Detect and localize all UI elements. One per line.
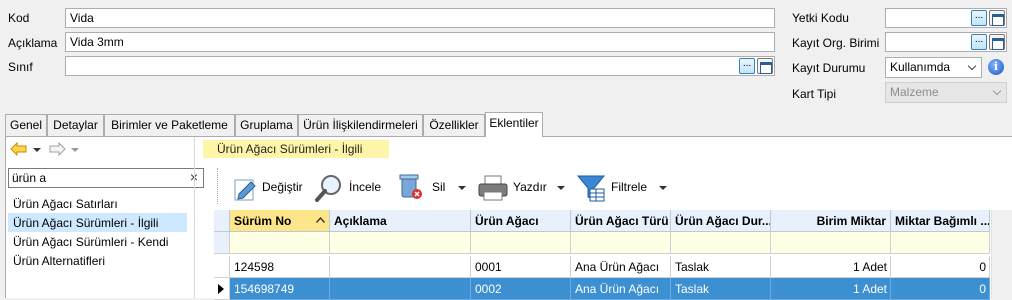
- column-header-urun-agaci-durumu[interactable]: Ürün Ağacı Dur...: [671, 210, 771, 232]
- sinif-window-icon[interactable]: [757, 58, 773, 74]
- magnifier-icon: [315, 175, 341, 202]
- kayit-org-label: Kayıt Org. Birimi: [792, 36, 880, 50]
- tab-birimler[interactable]: Birimler ve Paketleme: [104, 114, 235, 136]
- filter-cell[interactable]: [330, 232, 471, 254]
- tab-genel[interactable]: Genel: [5, 114, 47, 136]
- cell-urun-agaci-turu[interactable]: Ana Ürün Ağacı: [571, 278, 671, 300]
- sinif-field[interactable]: [65, 56, 775, 76]
- sinif-lookup-button[interactable]: ...: [739, 58, 755, 74]
- cell-birim-miktar[interactable]: 1 Adet: [771, 256, 891, 278]
- kart-tipi-select: Malzeme: [885, 82, 1007, 103]
- kayit-durumu-label: Kayıt Durumu: [792, 61, 866, 75]
- printer-icon: [478, 175, 508, 201]
- nav-item-urun-alternatifleri[interactable]: Ürün Alternatifleri: [13, 254, 105, 268]
- cell-urun-agaci-durumu[interactable]: Taslak: [671, 278, 771, 300]
- info-icon[interactable]: i: [988, 59, 1004, 75]
- column-header-birim-miktar[interactable]: Birim Miktar: [771, 210, 891, 232]
- column-header-surum-no[interactable]: Sürüm No: [230, 210, 330, 232]
- tab-gruplama[interactable]: Gruplama: [235, 114, 298, 136]
- yazdir-dropdown-icon[interactable]: [557, 186, 565, 190]
- chevron-down-icon: [992, 86, 1002, 96]
- yetki-kodu-window-icon[interactable]: [989, 10, 1005, 26]
- yazdir-button[interactable]: Yazdır: [513, 171, 547, 203]
- section-title: Ürün Ağacı Sürümleri - İlgili: [203, 140, 389, 158]
- incele-button[interactable]: İncele: [349, 171, 381, 203]
- kayit-durumu-select[interactable]: Kullanımda: [885, 57, 982, 78]
- kod-field[interactable]: Vida: [65, 8, 775, 28]
- cell-surum-no[interactable]: 154698749: [230, 278, 330, 300]
- sinif-label: Sınıf: [8, 60, 33, 74]
- chevron-down-icon: [967, 61, 977, 71]
- search-input[interactable]: ürün a ×: [8, 168, 204, 188]
- sort-ascending-icon: [316, 217, 325, 223]
- filter-cell[interactable]: [471, 232, 571, 254]
- column-header-aciklama[interactable]: Açıklama: [330, 210, 471, 232]
- column-header-miktar-bagimli[interactable]: Miktar Bağımlı ...: [891, 210, 990, 232]
- tab-eklentiler[interactable]: Eklentiler: [485, 112, 543, 137]
- filter-cell[interactable]: [891, 232, 990, 254]
- tab-ozellikler[interactable]: Özellikler: [423, 114, 485, 136]
- filter-cell[interactable]: [571, 232, 671, 254]
- cell-surum-no[interactable]: 124598: [230, 256, 330, 278]
- nav-item-surumleri-kendi[interactable]: Ürün Ağacı Sürümleri - Kendi: [13, 235, 168, 249]
- aciklama-field[interactable]: Vida 3mm: [65, 32, 775, 52]
- yetki-kodu-label: Yetki Kodu: [792, 11, 849, 25]
- kod-label: Kod: [8, 11, 30, 25]
- filtrele-button[interactable]: Filtrele: [611, 171, 647, 203]
- nav-item-surumleri-ilgili[interactable]: Ürün Ağacı Sürümleri - İlgili: [13, 216, 158, 230]
- edit-icon: [234, 179, 256, 201]
- row-indicator-header: [214, 210, 230, 232]
- back-dropdown-icon[interactable]: [33, 148, 41, 152]
- cell-urun-agaci-durumu[interactable]: Taslak: [671, 256, 771, 278]
- row-indicator: [214, 278, 230, 300]
- filter-row-indicator: [214, 232, 230, 254]
- filtrele-dropdown-icon[interactable]: [659, 186, 667, 190]
- column-header-urun-agaci[interactable]: Ürün Ağacı: [471, 210, 571, 232]
- forward-dropdown-icon[interactable]: [71, 148, 79, 152]
- cell-urun-agaci-turu[interactable]: Ana Ürün Ağacı: [571, 256, 671, 278]
- column-header-label: Sürüm No: [234, 214, 292, 228]
- cell-urun-agaci[interactable]: 0002: [471, 278, 571, 300]
- tab-urun-iliskilendirmeleri[interactable]: Ürün İlişkilendirmeleri: [298, 114, 423, 136]
- sil-button[interactable]: Sil: [432, 171, 445, 203]
- cell-aciklama[interactable]: [330, 278, 471, 300]
- degistir-button[interactable]: Değiştir: [262, 171, 303, 203]
- forward-arrow-icon[interactable]: [48, 142, 66, 156]
- panel-splitter[interactable]: [194, 137, 195, 298]
- back-arrow-icon[interactable]: [10, 142, 28, 156]
- data-grid: Sürüm No Açıklama Ürün Ağacı Ürün Ağacı …: [214, 210, 990, 300]
- filter-cell[interactable]: [671, 232, 771, 254]
- tab-detaylar[interactable]: Detaylar: [47, 114, 104, 136]
- yetki-kodu-lookup-button[interactable]: ...: [971, 10, 987, 26]
- trash-icon: [399, 174, 422, 199]
- search-value: ürün a: [12, 171, 47, 185]
- column-header-urun-agaci-turu[interactable]: Ürün Ağacı Türü: [571, 210, 671, 232]
- cell-aciklama[interactable]: [330, 256, 471, 278]
- filter-cell[interactable]: [771, 232, 891, 254]
- kayit-org-lookup-button[interactable]: ...: [971, 34, 987, 50]
- kart-tipi-label: Kart Tipi: [792, 87, 837, 101]
- filter-icon: [576, 175, 606, 202]
- cell-urun-agaci[interactable]: 0001: [471, 256, 571, 278]
- row-indicator: [214, 256, 230, 278]
- kart-tipi-value: Malzeme: [890, 85, 939, 99]
- sil-dropdown-icon[interactable]: [458, 186, 466, 190]
- filter-cell[interactable]: [230, 232, 330, 254]
- current-row-arrow-icon: [218, 284, 224, 294]
- cell-miktar-bagimli[interactable]: 0: [891, 278, 990, 300]
- toolbar-grip: [217, 168, 219, 204]
- cell-miktar-bagimli[interactable]: 0: [891, 256, 990, 278]
- cell-birim-miktar[interactable]: 1 Adet: [771, 278, 891, 300]
- kayit-durumu-value: Kullanımda: [890, 60, 951, 74]
- aciklama-label: Açıklama: [8, 36, 58, 50]
- nav-item-urun-agaci-satirlari[interactable]: Ürün Ağacı Satırları: [13, 197, 118, 211]
- kayit-org-window-icon[interactable]: [989, 34, 1005, 50]
- vertical-scrollbar[interactable]: [991, 210, 1012, 298]
